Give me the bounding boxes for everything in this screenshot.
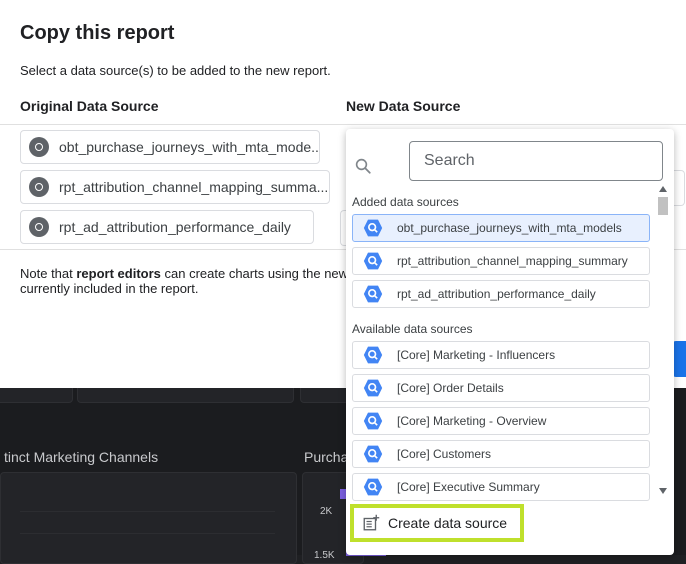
original-source-chip: rpt_ad_attribution_performance_daily — [20, 210, 314, 244]
data-source-label: [Core] Marketing - Influencers — [397, 348, 556, 362]
bigquery-icon — [363, 378, 383, 398]
original-source-label: rpt_ad_attribution_performance_daily — [59, 219, 291, 235]
dropdown-scrollbar[interactable] — [656, 182, 670, 498]
note-text: Note that — [20, 266, 77, 281]
bigquery-icon — [363, 411, 383, 431]
gridline — [20, 511, 275, 512]
original-source-header: Original Data Source — [20, 98, 159, 114]
header-divider — [0, 124, 686, 125]
data-source-label: rpt_attribution_channel_mapping_summary — [397, 254, 628, 268]
new-source-header: New Data Source — [346, 98, 461, 114]
bigquery-icon — [363, 477, 383, 497]
scrollbar-thumb[interactable] — [658, 197, 668, 215]
search-input[interactable] — [422, 142, 646, 180]
data-source-label: obt_purchase_journeys_with_mta_models — [397, 221, 622, 235]
available-data-source-item[interactable]: [Core] Order Details — [352, 374, 650, 402]
editor-note: Note that report editors can create char… — [20, 266, 350, 296]
data-source-dropdown: Added data sources obt_purchase_journeys… — [346, 129, 674, 555]
bigquery-icon — [363, 218, 383, 238]
data-source-label: [Core] Order Details — [397, 381, 504, 395]
copy-report-button[interactable] — [672, 341, 686, 377]
bigquery-icon — [363, 251, 383, 271]
available-sources-label: Available data sources — [352, 322, 473, 336]
axis-tick-label: 1.5K — [314, 550, 335, 561]
chart-title-marketing-channels: tinct Marketing Channels — [4, 449, 159, 465]
data-source-icon — [29, 137, 49, 157]
gridline — [20, 533, 275, 534]
data-source-label: [Core] Customers — [397, 447, 492, 461]
bigquery-icon — [363, 284, 383, 304]
axis-tick-label: 2K — [320, 506, 333, 517]
available-data-source-item[interactable]: [Core] Executive Summary — [352, 473, 650, 501]
available-data-source-item[interactable]: [Core] Marketing - Overview — [352, 407, 650, 435]
bigquery-icon — [363, 345, 383, 365]
search-field[interactable] — [409, 141, 663, 181]
dialog-subtitle: Select a data source(s) to be added to t… — [20, 63, 331, 78]
bigquery-icon — [363, 444, 383, 464]
original-source-chip: rpt_attribution_channel_mapping_summa... — [20, 170, 330, 204]
add-data-source-icon — [363, 514, 380, 531]
dialog-title: Copy this report — [20, 22, 175, 44]
data-source-icon — [29, 177, 49, 197]
chart-card — [0, 472, 297, 564]
added-data-source-item[interactable]: rpt_attribution_channel_mapping_summary — [352, 247, 650, 275]
available-data-source-item[interactable]: [Core] Marketing - Influencers — [352, 341, 650, 369]
create-data-source-label: Create data source — [388, 515, 508, 531]
scroll-up-arrow-icon[interactable] — [659, 186, 667, 192]
data-source-icon — [29, 217, 49, 237]
data-source-label: [Core] Executive Summary — [397, 480, 540, 494]
data-source-label: rpt_ad_attribution_performance_daily — [397, 287, 596, 301]
original-source-label: obt_purchase_journeys_with_mta_mode... — [59, 139, 319, 155]
added-data-source-item[interactable]: obt_purchase_journeys_with_mta_models — [352, 214, 650, 242]
note-text: can create charts using the new — [160, 266, 349, 281]
chart-title-purchases: Purcha — [304, 449, 349, 465]
data-source-label: [Core] Marketing - Overview — [397, 414, 547, 428]
original-source-chip: obt_purchase_journeys_with_mta_mode... — [20, 130, 320, 164]
original-source-label: rpt_attribution_channel_mapping_summa... — [59, 179, 329, 195]
added-sources-label: Added data sources — [352, 195, 459, 209]
added-data-source-item[interactable]: rpt_ad_attribution_performance_daily — [352, 280, 650, 308]
note-bold-text: report editors — [76, 266, 161, 281]
scroll-down-arrow-icon[interactable] — [659, 488, 667, 494]
create-data-source-button[interactable]: Create data source — [350, 504, 524, 542]
search-icon — [355, 158, 371, 174]
note-text: currently included in the report. — [20, 281, 199, 296]
available-data-source-item[interactable]: [Core] Customers — [352, 440, 650, 468]
